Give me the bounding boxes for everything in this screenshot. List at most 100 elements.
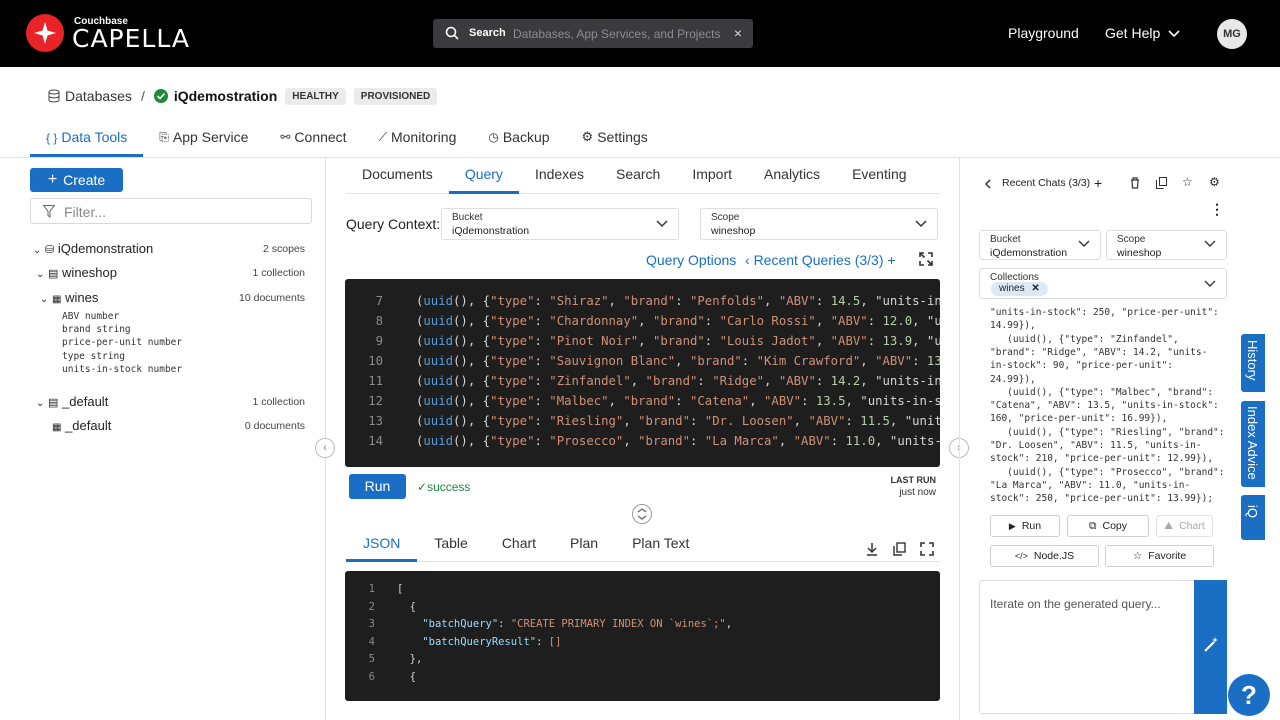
expand-icon[interactable]	[920, 542, 934, 556]
tab-plan-text[interactable]: Plan Text	[615, 528, 706, 562]
select-value: iQdemonstration	[452, 225, 530, 237]
json-result-viewer[interactable]: 1 [2 {3 "batchQuery": "CREATE PRIMARY IND…	[345, 571, 940, 701]
nav-playground[interactable]: Playground	[1008, 25, 1079, 41]
plus-icon: +	[47, 171, 58, 188]
field-item: price-per-unit number	[62, 337, 183, 348]
tab-plan[interactable]: Plan	[553, 528, 615, 562]
download-icon[interactable]	[866, 542, 878, 556]
status-badge-healthy: HEALTHY	[285, 87, 346, 105]
chart-icon: ⛰	[1164, 519, 1174, 532]
code-line: 7 (uuid(), {"type": "Shiraz", "brand": "P…	[345, 294, 940, 314]
side-tab-iq[interactable]: iQ	[1241, 495, 1265, 540]
favorite-button[interactable]: ☆ Favorite	[1105, 545, 1214, 567]
gear-icon[interactable]: ⚙	[1209, 175, 1220, 189]
filter-input[interactable]: Filter...	[30, 198, 312, 224]
tab-monitoring[interactable]: ⟋ Monitoring	[363, 123, 473, 157]
generated-line: (uuid(), {"type": "Malbec", "brand":	[990, 386, 1214, 398]
line-number: 8	[375, 314, 383, 328]
tree-collection-wines[interactable]: ⌄ ▦ wines	[40, 290, 98, 305]
plus-icon[interactable]: +	[887, 252, 895, 268]
tab-json[interactable]: JSON	[346, 528, 418, 562]
avatar[interactable]: MG	[1217, 19, 1247, 49]
last-run-label: LAST RUN	[890, 475, 937, 485]
breadcrumb-databases[interactable]: Databases	[65, 88, 132, 104]
collapse-sidebar-button[interactable]: ‹	[315, 438, 335, 458]
chevron-left-icon[interactable]	[984, 179, 992, 189]
copy-icon[interactable]	[893, 542, 906, 556]
line-number: 10	[368, 354, 383, 368]
tab-chart[interactable]: Chart	[485, 528, 553, 562]
run-button[interactable]: Run	[349, 474, 406, 499]
assistant-bucket-select[interactable]: Bucket iQdemonstration	[979, 230, 1101, 260]
chevron-down-icon	[1204, 240, 1216, 247]
scope-select[interactable]: Scope wineshop	[700, 208, 938, 240]
generated-line: "La Marca", "ABV": 11.0, "units-in-	[990, 479, 1191, 491]
last-run-value: just now	[899, 487, 936, 498]
more-vertical-icon[interactable]: ⋮	[1210, 201, 1224, 218]
generate-button[interactable]	[1194, 580, 1227, 714]
tree-collection-default[interactable]: ▦ _default	[52, 418, 111, 433]
bucket-select[interactable]: Bucket iQdemonstration	[441, 208, 679, 240]
field-item: ABV number	[62, 311, 120, 322]
recent-queries-link[interactable]: ‹ Recent Queries (3/3) +	[745, 252, 896, 268]
query-options-link[interactable]: Query Options	[646, 252, 736, 268]
couchbase-logo[interactable]	[26, 14, 64, 52]
generated-line: "brand": "Ridge", "ABV": 14.2, "units-	[990, 346, 1208, 358]
assistant-chart-button[interactable]: ⛰ Chart	[1156, 515, 1213, 537]
nav-get-help-label: Get Help	[1105, 25, 1161, 41]
tab-query[interactable]: Query	[448, 158, 519, 194]
code-line: 12 (uuid(), {"type": "Malbec", "brand": "…	[345, 394, 940, 414]
search-clear-icon[interactable]: ×	[734, 25, 742, 41]
tab-app-service[interactable]: ⎘ App Service	[143, 123, 264, 157]
nav-get-help[interactable]: Get Help	[1105, 25, 1180, 41]
side-tab-history[interactable]: History	[1241, 334, 1265, 392]
tab-indexes[interactable]: Indexes	[519, 158, 600, 194]
result-tabs: JSON Table Chart Plan Plan Text	[346, 528, 940, 562]
tab-table[interactable]: Table	[417, 528, 484, 562]
tab-documents[interactable]: Documents	[346, 158, 449, 194]
new-chat-plus-icon[interactable]: +	[1094, 175, 1102, 191]
tab-backup[interactable]: ◷ Backup	[472, 123, 565, 157]
gear-icon: ⚙	[581, 129, 594, 144]
resize-handle[interactable]	[632, 504, 652, 524]
scope-icon: ▤	[48, 397, 59, 409]
code-text: (uuid(), {"type": "Pinot Noir", "brand":…	[416, 334, 940, 348]
tree-scope-wineshop[interactable]: ⌄ ▤ wineshop	[36, 265, 117, 280]
select-label: Bucket	[452, 212, 483, 223]
tab-data-tools[interactable]: { } Data Tools	[30, 123, 144, 157]
assistant-run-button[interactable]: ▶ Run	[990, 515, 1060, 537]
tree-cluster[interactable]: ⌄ ⛁ iQdemonstration	[33, 241, 153, 256]
assistant-copy-button[interactable]: ⧉ Copy	[1067, 515, 1149, 537]
tab-settings[interactable]: ⚙ Settings	[566, 123, 664, 157]
code-text: (uuid(), {"type": "Malbec", "brand": "Ca…	[416, 394, 940, 408]
tab-eventing[interactable]: Eventing	[836, 158, 922, 194]
database-icon: ⛁	[45, 244, 55, 256]
close-icon[interactable]: ✕	[1031, 283, 1039, 294]
btn-label: Favorite	[1148, 550, 1187, 562]
iterate-input[interactable]: Iterate on the generated query...	[979, 580, 1227, 714]
code-line: 10 (uuid(), {"type": "Sauvignon Blanc", "…	[345, 354, 940, 374]
tab-connect[interactable]: ⚯ Connect	[264, 123, 362, 157]
create-button[interactable]: + Create	[30, 168, 123, 192]
btn-label: Run	[1021, 520, 1042, 532]
expand-icon[interactable]	[919, 252, 933, 266]
tree-scope-default[interactable]: ⌄ ▤ _default	[36, 394, 108, 409]
assistant-scope-select[interactable]: Scope wineshop	[1106, 230, 1227, 260]
tab-search[interactable]: Search	[600, 158, 676, 194]
copy-icon[interactable]	[1156, 177, 1167, 189]
generated-line: 160, "price-per-unit": 16.99}),	[990, 413, 1168, 425]
query-editor[interactable]: 7 (uuid(), {"type": "Shiraz", "brand": "P…	[345, 279, 940, 467]
collection-chip[interactable]: wines ✕	[991, 282, 1048, 296]
help-button[interactable]: ?	[1228, 674, 1270, 716]
breadcrumb-separator: /	[140, 88, 145, 104]
tab-import[interactable]: Import	[676, 158, 748, 194]
search-label: Search	[469, 27, 506, 39]
side-tab-index-advice[interactable]: Index Advice	[1241, 401, 1265, 487]
generated-line: stock": 250, "price-per-unit": 13.99});	[990, 493, 1214, 505]
tab-analytics[interactable]: Analytics	[748, 158, 836, 194]
star-icon[interactable]: ☆	[1182, 175, 1193, 189]
global-search[interactable]: Search Databases, App Services, and Proj…	[433, 19, 753, 48]
nodejs-button[interactable]: </> Node.JS	[990, 545, 1099, 567]
search-input[interactable]: Databases, App Services, and Projects	[513, 27, 720, 41]
trash-icon[interactable]	[1130, 177, 1140, 189]
